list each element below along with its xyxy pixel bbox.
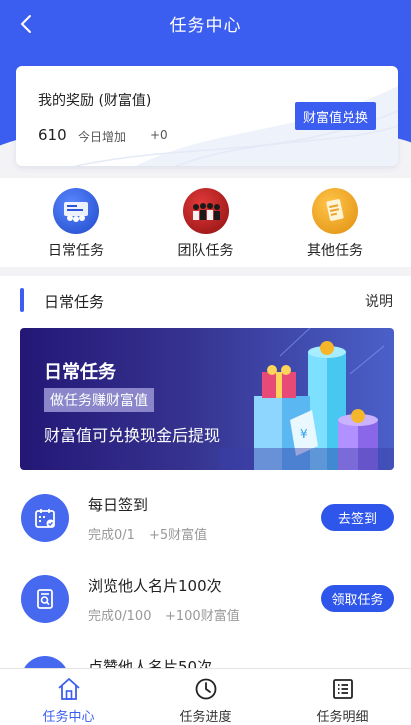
nav-label: 任务明细 <box>316 710 369 725</box>
home-icon <box>55 675 83 702</box>
task-progress: 完成0/1 <box>88 528 135 543</box>
page-title: 任务中心 <box>169 16 242 36</box>
nav-task-detail[interactable]: 任务明细 <box>274 669 411 725</box>
banner-tag: 做任务赚财富值 <box>44 388 154 412</box>
section-title: 日常任务 <box>44 293 105 311</box>
reward-value: 610 <box>38 126 67 144</box>
task-item-browse-cards: 浏览他人名片100次 完成0/100 +100财富值 领取任务 <box>0 575 411 645</box>
task-center-page: 任务中心 我的奖励 (财富值) 610 今日增加 +0 财富值兑换 日常任务 团… <box>0 0 411 725</box>
today-value: +0 <box>150 128 168 142</box>
card-search-icon <box>21 575 69 623</box>
category-other[interactable]: 其他任务 <box>290 178 380 267</box>
nav-task-center[interactable]: 任务中心 <box>0 669 137 725</box>
task-reward: +100财富值 <box>165 609 240 624</box>
category-other-label: 其他任务 <box>307 243 363 259</box>
task-progress: 完成0/100 <box>88 609 152 624</box>
reward-title: 我的奖励 (财富值) <box>38 93 152 109</box>
claim-task-button[interactable]: 领取任务 <box>321 585 394 612</box>
other-task-icon <box>312 188 358 234</box>
nav-task-progress[interactable]: 任务进度 <box>137 669 274 725</box>
task-name: 浏览他人名片100次 <box>88 577 222 595</box>
category-bar: 日常任务 团队任务 其他任务 <box>0 178 411 267</box>
today-label: 今日增加 <box>78 130 127 144</box>
category-team-label: 团队任务 <box>177 243 234 259</box>
section-accent-bar <box>20 288 24 312</box>
exchange-button[interactable]: 财富值兑换 <box>294 102 376 130</box>
bottom-nav: 任务中心 任务进度 任务明细 <box>0 668 411 725</box>
svg-text:¥: ¥ <box>300 427 308 441</box>
help-link[interactable]: 说明 <box>365 291 393 311</box>
reward-card: 我的奖励 (财富值) 610 今日增加 +0 财富值兑换 <box>16 66 398 166</box>
daily-task-section: 日常任务 说明 日常任务 做任务赚财富值 财富值可兑换现金后提现 ¥ 每日签到 … <box>0 276 411 725</box>
category-daily[interactable]: 日常任务 <box>31 178 121 267</box>
category-daily-label: 日常任务 <box>48 243 104 259</box>
clock-icon <box>192 675 220 702</box>
category-team[interactable]: 团队任务 <box>161 178 251 267</box>
promo-banner[interactable]: 日常任务 做任务赚财富值 财富值可兑换现金后提现 ¥ <box>20 328 394 470</box>
team-task-icon <box>182 188 229 234</box>
task-reward: +5财富值 <box>149 528 208 543</box>
banner-subtitle: 财富值可兑换现金后提现 <box>44 426 221 445</box>
calendar-check-icon <box>21 494 69 542</box>
list-icon <box>329 675 357 702</box>
task-name: 每日签到 <box>88 496 149 514</box>
task-item-checkin: 每日签到 完成0/1 +5财富值 去签到 <box>0 494 411 564</box>
banner-illustration: ¥ <box>220 328 394 470</box>
nav-label: 任务中心 <box>42 710 95 725</box>
banner-title: 日常任务 <box>44 362 116 383</box>
nav-label: 任务进度 <box>179 710 232 725</box>
daily-task-icon <box>53 188 99 234</box>
checkin-button[interactable]: 去签到 <box>321 504 394 531</box>
